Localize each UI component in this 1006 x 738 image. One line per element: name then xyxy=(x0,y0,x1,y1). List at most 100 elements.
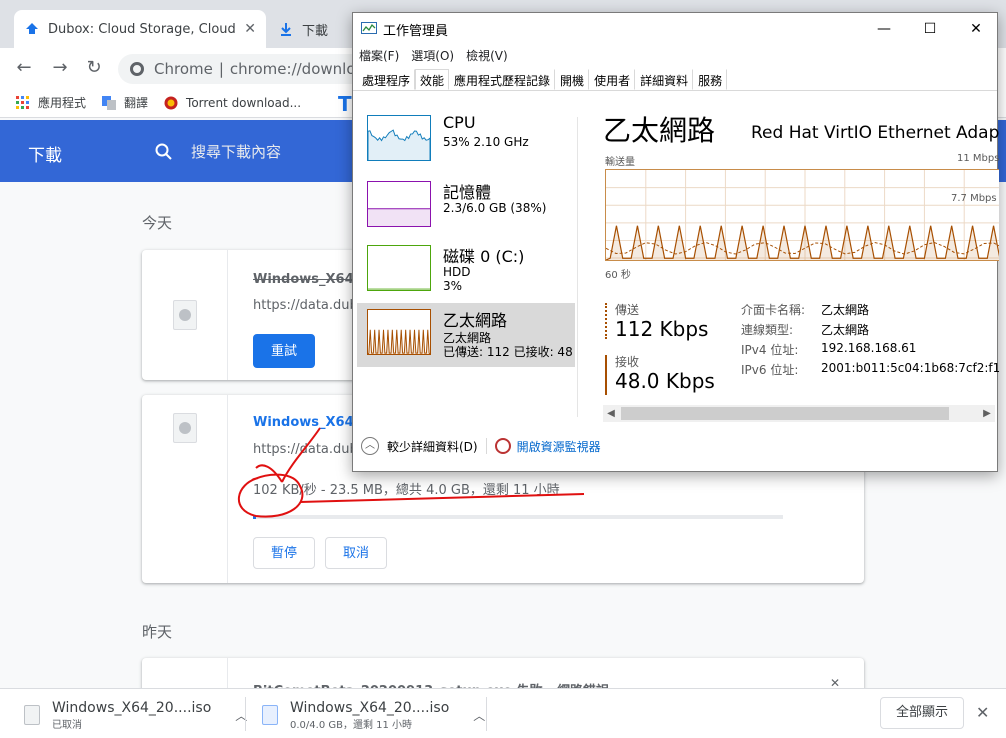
maximize-button[interactable]: ☐ xyxy=(907,13,953,45)
shelf-status: 0.0/4.0 GB，還剩 11 小時 xyxy=(290,719,413,731)
download-url[interactable]: https://data.dub xyxy=(253,442,358,457)
resource-ethernet[interactable]: 乙太網路 乙太網路 已傳送: 112 已接收: 48 xyxy=(357,303,575,367)
cpu-mini-graph xyxy=(367,115,431,161)
tm-tab-bar: 處理程序 效能 應用程式歷程記錄 開機 使用者 詳細資料 服務 xyxy=(353,67,997,91)
adapter-name: Red Hat VirtIO Ethernet Adapter xyxy=(751,123,999,143)
tab-processes[interactable]: 處理程序 xyxy=(357,69,416,90)
shelf-status: 已取消 xyxy=(52,719,82,731)
omnibox-separator: | xyxy=(218,60,224,78)
pause-button[interactable]: 暫停 xyxy=(253,537,316,569)
info-key: 介面卡名稱: xyxy=(741,303,806,317)
progress-fill xyxy=(253,515,257,519)
task-manager-window: 工作管理員 — ☐ ✕ 檔案(F) 選項(O) 檢視(V) 處理程序 效能 應用… xyxy=(352,12,999,472)
send-value: 112 Kbps xyxy=(615,317,709,341)
cancel-button[interactable]: 取消 xyxy=(325,537,388,569)
recv-value: 48.0 Kbps xyxy=(615,369,715,393)
horizontal-scrollbar[interactable]: ◀ ▶ xyxy=(603,405,995,422)
card-icon-area xyxy=(142,250,228,380)
tab-startup[interactable]: 開機 xyxy=(555,69,590,90)
file-icon xyxy=(262,705,278,725)
task-manager-icon xyxy=(361,22,377,34)
network-detail-pane: 乙太網路 Red Hat VirtIO Ethernet Adapter 輸送量… xyxy=(603,103,999,433)
card-icon-area xyxy=(142,395,228,583)
resource-cpu[interactable]: CPU 53% 2.10 GHz xyxy=(357,109,575,173)
menu-options[interactable]: 選項(O) xyxy=(405,45,460,67)
scroll-right-icon[interactable]: ▶ xyxy=(979,405,995,422)
shelf-item-2[interactable]: Windows_X64_20....iso 0.0/4.0 GB，還剩 11 小… xyxy=(262,697,485,733)
shelf-divider xyxy=(486,697,487,731)
title-bar: 工作管理員 — ☐ ✕ xyxy=(353,13,997,45)
info-value: 乙太網路 xyxy=(821,323,870,337)
torrent-icon xyxy=(164,96,178,109)
resource-sub: 已傳送: 112 已接收: 48 xyxy=(443,345,573,359)
chevron-up-icon[interactable]: ︿ xyxy=(473,707,485,724)
scroll-thumb[interactable] xyxy=(621,407,949,420)
forward-button[interactable]: → xyxy=(48,56,72,80)
footer-divider xyxy=(485,438,487,454)
cloud-icon xyxy=(26,23,38,34)
tab-dubox[interactable]: Dubox: Cloud Storage, Cloud B ✕ xyxy=(14,10,266,48)
resource-monitor-icon xyxy=(494,438,511,454)
file-icon xyxy=(24,705,40,725)
show-all-button[interactable]: 全部顯示 xyxy=(880,697,964,729)
menu-view[interactable]: 檢視(V) xyxy=(460,45,514,67)
fewer-details-link[interactable]: 較少詳細資料(D) xyxy=(387,438,478,455)
omnibox-site: Chrome xyxy=(154,60,213,78)
menu-file[interactable]: 檔案(F) xyxy=(353,45,405,67)
tm-footer: ︿ 較少詳細資料(D) 開啟資源監視器 xyxy=(361,437,601,455)
retry-button[interactable]: 重試 xyxy=(253,334,316,368)
translate-icon xyxy=(102,95,117,110)
bookmark-apps[interactable]: 應用程式 xyxy=(16,94,86,111)
resource-sub: 53% 2.10 GHz xyxy=(443,135,529,149)
open-resource-monitor-link[interactable]: 開啟資源監視器 xyxy=(517,438,601,455)
download-url[interactable]: https://data.dub xyxy=(253,298,358,313)
bookmark-torrent[interactable]: Torrent download... xyxy=(164,96,301,110)
info-key: 連線類型: xyxy=(741,323,794,337)
resource-memory[interactable]: 記憶體 2.3/6.0 GB (38%) xyxy=(357,175,575,239)
shelf-item-1[interactable]: Windows_X64_20....iso 已取消 ︿ xyxy=(24,697,247,733)
bookmark-overflow-glyph: T xyxy=(338,92,352,116)
throughput-label: 輸送量 xyxy=(605,157,635,168)
resource-disk[interactable]: 磁碟 0 (C:) HDD 3% xyxy=(357,239,575,303)
recv-label: 接收 xyxy=(615,355,640,369)
bookmark-label: Torrent download... xyxy=(186,95,302,110)
time-span-label: 60 秒 xyxy=(605,270,631,281)
tab-users[interactable]: 使用者 xyxy=(589,69,636,90)
back-button[interactable]: ← xyxy=(12,56,36,80)
tab-title: Dubox: Cloud Storage, Cloud B xyxy=(48,21,239,37)
reload-button[interactable]: ↻ xyxy=(82,56,106,80)
download-shelf: Windows_X64_20....iso 已取消 ︿ Windows_X64_… xyxy=(0,688,1006,738)
shelf-close-icon[interactable]: ✕ xyxy=(976,703,989,722)
chevron-up-icon[interactable]: ︿ xyxy=(361,437,379,455)
minimize-button[interactable]: — xyxy=(861,13,907,45)
info-value: 192.168.168.61 xyxy=(821,341,917,355)
ethernet-mini-graph xyxy=(367,309,431,355)
tab-details[interactable]: 詳細資料 xyxy=(635,69,694,90)
tab-app-history[interactable]: 應用程式歷程記錄 xyxy=(449,69,556,90)
window-title: 工作管理員 xyxy=(383,23,449,39)
disk-mini-graph xyxy=(367,245,431,291)
info-value: 2001:b011:5c04:1b68:7cf2:f1... xyxy=(821,361,999,375)
recv-legend-marker xyxy=(605,355,607,395)
tab-close-icon[interactable]: ✕ xyxy=(244,21,256,37)
resource-sub: 3% xyxy=(443,279,463,293)
bookmark-translate[interactable]: 翻譯 xyxy=(102,94,148,111)
downloads-search[interactable]: 搜尋下載內容 xyxy=(155,141,281,162)
download-icon xyxy=(281,23,291,36)
resource-name: CPU xyxy=(443,113,476,132)
scroll-left-icon[interactable]: ◀ xyxy=(603,405,619,422)
tab-services[interactable]: 服務 xyxy=(693,69,728,90)
apps-grid-icon xyxy=(16,95,29,109)
bookmark-label: 應用程式 xyxy=(38,96,87,110)
detail-title: 乙太網路 xyxy=(603,114,716,147)
mid-scale-label: 7.7 Mbps xyxy=(951,193,997,204)
tab-performance[interactable]: 效能 xyxy=(415,69,450,90)
max-scale-label: 11 Mbps xyxy=(957,153,999,164)
close-button[interactable]: ✕ xyxy=(953,13,999,45)
downloads-title: 下載 xyxy=(28,146,62,166)
resource-name: 磁碟 0 (C:) xyxy=(443,247,525,266)
send-label: 傳送 xyxy=(615,303,640,317)
search-placeholder: 搜尋下載內容 xyxy=(191,143,282,161)
throughput-graph xyxy=(605,169,999,261)
pane-splitter[interactable] xyxy=(577,117,578,417)
